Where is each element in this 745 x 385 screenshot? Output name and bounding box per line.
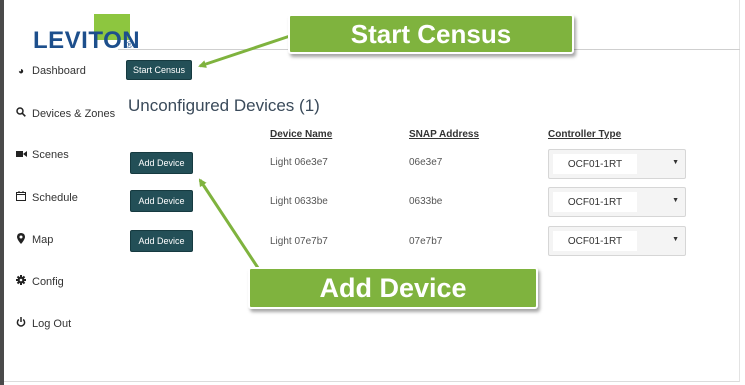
start-census-arrow — [198, 34, 291, 68]
annotation-arrows — [198, 34, 291, 275]
add-device-callout: Add Device — [248, 267, 538, 309]
add-device-arrow — [198, 178, 264, 275]
start-census-callout: Start Census — [288, 14, 574, 54]
